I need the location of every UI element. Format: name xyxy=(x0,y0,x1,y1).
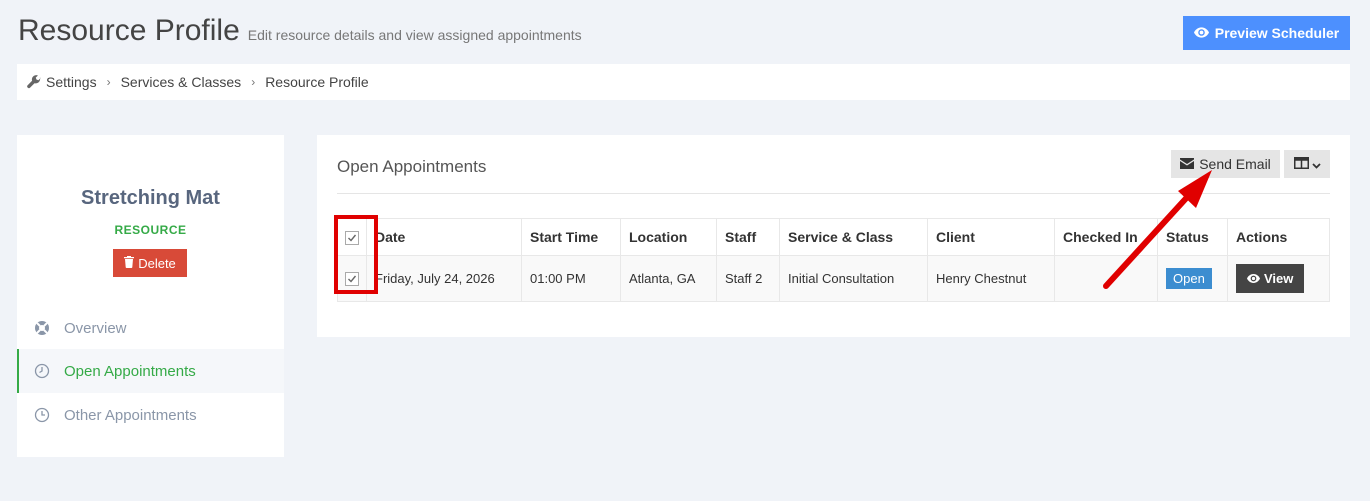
chevron-right-icon: › xyxy=(106,75,111,89)
lifebuoy-icon xyxy=(34,320,50,336)
cell-service: Initial Consultation xyxy=(779,255,928,302)
send-email-button[interactable]: Send Email xyxy=(1171,150,1280,178)
panel-divider xyxy=(337,193,1330,194)
cell-client: Henry Chestnut xyxy=(927,255,1055,302)
view-button[interactable]: View xyxy=(1236,264,1305,293)
nav-item-other-appointments[interactable]: Other Appointments xyxy=(17,393,284,437)
wrench-icon xyxy=(27,75,41,89)
cell-checked-in xyxy=(1054,255,1158,302)
cell-status: Open xyxy=(1157,255,1228,302)
breadcrumb-services-classes[interactable]: Services & Classes xyxy=(121,74,242,90)
page-title: Resource Profile xyxy=(18,14,240,47)
nav-item-overview[interactable]: Overview xyxy=(17,306,284,350)
view-label: View xyxy=(1264,271,1294,286)
column-toggle-button[interactable] xyxy=(1284,150,1330,178)
cell-location: Atlanta, GA xyxy=(620,255,717,302)
eye-icon xyxy=(1193,25,1209,41)
column-header-status[interactable]: Status xyxy=(1157,218,1228,256)
breadcrumb-settings[interactable]: Settings xyxy=(46,74,97,90)
chevron-right-icon: › xyxy=(251,75,256,89)
row-checkbox[interactable] xyxy=(345,272,359,287)
send-email-label: Send Email xyxy=(1199,156,1271,172)
row-select-cell xyxy=(337,255,367,302)
column-header-start-time[interactable]: Start Time xyxy=(521,218,621,256)
page-header: Resource Profile Edit resource details a… xyxy=(18,14,582,48)
table-header-row: Date Start Time Location Staff Service &… xyxy=(337,218,1330,256)
select-all-cell xyxy=(337,218,367,256)
page-subtitle: Edit resource details and view assigned … xyxy=(247,27,582,43)
resource-sidebar: Stretching Mat RESOURCE Delete Overview … xyxy=(17,135,284,457)
column-header-date[interactable]: Date xyxy=(366,218,522,256)
delete-button[interactable]: Delete xyxy=(113,249,187,277)
nav-item-open-appointments[interactable]: Open Appointments xyxy=(17,349,284,393)
nav-item-label: Overview xyxy=(64,319,127,337)
column-header-actions: Actions xyxy=(1227,218,1330,256)
breadcrumb: Settings › Services & Classes › Resource… xyxy=(17,64,1350,100)
history-icon xyxy=(34,407,50,423)
envelope-icon xyxy=(1180,156,1195,172)
status-badge: Open xyxy=(1166,268,1212,289)
trash-icon xyxy=(124,255,135,271)
clock-icon xyxy=(34,363,50,379)
preview-scheduler-button[interactable]: Preview Scheduler xyxy=(1183,16,1350,50)
column-header-location[interactable]: Location xyxy=(620,218,717,256)
nav-item-label: Open Appointments xyxy=(64,362,196,380)
eye-icon xyxy=(1247,271,1260,286)
table-columns-icon xyxy=(1293,156,1309,172)
resource-type-label: RESOURCE xyxy=(114,223,187,237)
panel-title: Open Appointments xyxy=(337,157,487,176)
preview-scheduler-label: Preview Scheduler xyxy=(1214,25,1340,41)
column-header-service-class[interactable]: Service & Class xyxy=(779,218,928,256)
column-header-staff[interactable]: Staff xyxy=(716,218,780,256)
breadcrumb-resource-profile: Resource Profile xyxy=(265,74,369,90)
resource-name: Stretching Mat xyxy=(81,187,220,209)
cell-actions: View xyxy=(1227,255,1330,302)
cell-date: Friday, July 24, 2026 xyxy=(366,255,522,302)
appointments-table: Date Start Time Location Staff Service &… xyxy=(337,218,1330,302)
chevron-down-icon xyxy=(1311,157,1321,172)
column-header-client[interactable]: Client xyxy=(927,218,1055,256)
open-appointments-panel: Open Appointments Send Email Date Start … xyxy=(317,135,1350,337)
cell-staff: Staff 2 xyxy=(716,255,780,302)
cell-start-time: 01:00 PM xyxy=(521,255,621,302)
select-all-checkbox[interactable] xyxy=(345,231,359,246)
table-row: Friday, July 24, 2026 01:00 PM Atlanta, … xyxy=(337,255,1330,302)
delete-label: Delete xyxy=(138,255,176,271)
nav-item-label: Other Appointments xyxy=(64,406,197,424)
column-header-checked-in[interactable]: Checked In xyxy=(1054,218,1158,256)
